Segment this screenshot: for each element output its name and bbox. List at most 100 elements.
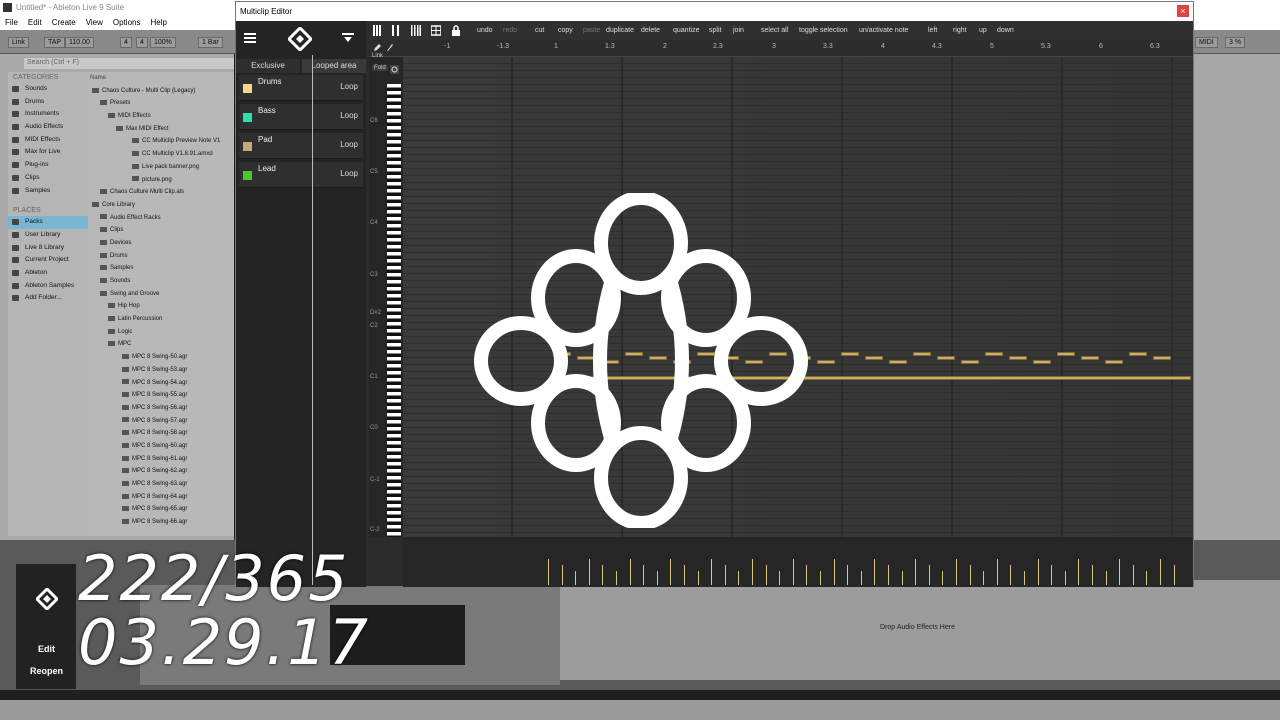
velocity-stem[interactable] [684, 565, 685, 585]
menu-view[interactable]: View [81, 16, 108, 29]
editor-titlebar[interactable]: Multiclip Editor [236, 2, 1193, 21]
close-button[interactable]: × [1177, 5, 1189, 17]
tree-item[interactable]: MPC 8 Swing-56.agr [88, 402, 234, 415]
tree-item[interactable]: Max MIDI Effect [88, 123, 234, 136]
velocity-stem[interactable] [643, 565, 645, 585]
hamburger-menu-icon[interactable] [244, 32, 256, 44]
tree-item[interactable]: Swing and Groove [88, 288, 234, 301]
velocity-stem[interactable] [1064, 571, 1066, 585]
velocity-stem[interactable] [1024, 571, 1025, 585]
down-button[interactable]: down [997, 27, 1014, 34]
velocity-stem[interactable] [1173, 565, 1175, 585]
fold-button[interactable]: Fold [372, 65, 388, 71]
tree-item[interactable]: Devices [88, 237, 234, 250]
tempo-field[interactable]: 110.00 [65, 37, 94, 48]
track-row-lead[interactable]: Lead Loop [239, 162, 363, 188]
midi-note[interactable] [817, 360, 835, 364]
velocity-stem[interactable] [1160, 559, 1161, 585]
quantize-button[interactable]: quantize [673, 27, 699, 34]
velocity-stem[interactable] [697, 571, 699, 585]
tree-item[interactable]: Core Library [88, 199, 234, 212]
velocity-stem[interactable] [738, 571, 740, 585]
velocity-stem[interactable] [602, 565, 604, 585]
velocity-stem[interactable] [847, 565, 849, 585]
tree-item[interactable]: Logic [88, 326, 234, 339]
midi-note[interactable] [841, 352, 859, 356]
tree-item[interactable]: Clips [88, 224, 234, 237]
duplicate-button[interactable]: duplicate [606, 27, 634, 34]
tree-item[interactable]: MPC 8 Swing-57.agr [88, 415, 234, 428]
loop-toggle[interactable]: Loop [340, 111, 358, 120]
link-button[interactable]: Link [8, 37, 29, 48]
loop-toggle[interactable]: Loop [340, 82, 358, 91]
velocity-stem[interactable] [969, 565, 971, 585]
velocity-stem[interactable] [928, 565, 930, 585]
category-clips[interactable]: Clips [8, 172, 88, 185]
cut-button[interactable]: cut [535, 27, 544, 34]
tree-item[interactable]: MPC 8 Swing-61.agr [88, 453, 234, 466]
left-button[interactable]: left [928, 27, 937, 34]
midi-note[interactable] [913, 352, 931, 356]
tree-item[interactable]: MPC [88, 338, 234, 351]
midi-note[interactable] [1081, 356, 1099, 360]
signature-numerator[interactable]: 4 [120, 37, 132, 48]
midi-note[interactable] [1153, 356, 1171, 360]
velocity-stem[interactable] [860, 571, 862, 585]
tree-item[interactable]: Hip Hop [88, 300, 234, 313]
category-max-for-live[interactable]: Max for Live [8, 146, 88, 159]
velocity-stem[interactable] [561, 565, 563, 585]
filter-icon[interactable] [342, 33, 354, 43]
quantize-menu[interactable]: 1 Bar [198, 37, 223, 48]
place-ableton[interactable]: Ableton [8, 267, 88, 280]
place-current-project[interactable]: Current Project [8, 254, 88, 267]
midi-note[interactable] [865, 356, 883, 360]
join-button[interactable]: join [733, 27, 744, 34]
menu-help[interactable]: Help [145, 16, 171, 29]
tree-item[interactable]: Sounds [88, 275, 234, 288]
loop-toggle[interactable]: Loop [340, 169, 358, 178]
velocity-stem[interactable] [820, 571, 821, 585]
velocity-stem[interactable] [629, 559, 631, 585]
tree-item[interactable]: Presets [88, 97, 234, 110]
track-row-bass[interactable]: Bass Loop [239, 104, 363, 130]
tree-item[interactable]: Live pack banner.png [88, 161, 234, 174]
category-plugins[interactable]: Plug-ins [8, 159, 88, 172]
paste-button[interactable]: paste [583, 27, 600, 34]
track-row-pad[interactable]: Pad Loop [239, 133, 363, 159]
activate-note-button[interactable]: un/activate note [859, 27, 908, 34]
velocity-stem[interactable] [656, 571, 658, 585]
tree-item[interactable]: MPC 8 Swing-58.agr [88, 427, 234, 440]
tree-item[interactable]: MPC 8 Swing-65.agr [88, 503, 234, 516]
signature-denominator[interactable]: 4 [136, 37, 148, 48]
drop-zone[interactable]: Drop Audio Effects Here [560, 580, 1280, 680]
menu-file[interactable]: File [0, 16, 23, 29]
velocity-stem[interactable] [1092, 565, 1093, 585]
category-instruments[interactable]: Instruments [8, 108, 88, 121]
right-button[interactable]: right [953, 27, 967, 34]
edit-button[interactable]: Edit [38, 644, 55, 654]
timeline-ruler[interactable]: Link -1 -1.3 1 1.3 2 2.3 3 3.3 4 4.3 5 5… [369, 40, 1193, 59]
split-button[interactable]: split [709, 27, 721, 34]
tap-button[interactable]: TAP [44, 37, 66, 48]
category-midi-effects[interactable]: MIDI Effects [8, 134, 88, 147]
velocity-stem[interactable] [874, 559, 876, 585]
toggle-selection-button[interactable]: toggle selection [799, 27, 848, 34]
tree-item[interactable]: Chaos Culture Multi Clip.als [88, 186, 234, 199]
headphones-icon[interactable] [390, 65, 399, 74]
velocity-stem[interactable] [942, 571, 944, 585]
velocity-stem[interactable] [575, 571, 577, 585]
tree-item[interactable]: picture.png [88, 174, 234, 187]
place-live8-library[interactable]: Live 8 Library [8, 242, 88, 255]
menu-create[interactable]: Create [47, 16, 81, 29]
piano-keyboard[interactable] [387, 84, 401, 537]
midi-note[interactable] [1057, 352, 1075, 356]
velocity-stem[interactable] [1051, 565, 1053, 585]
browser-search-input[interactable]: Search (Ctrl + F) [24, 58, 234, 69]
copy-button[interactable]: copy [558, 27, 573, 34]
category-audio-effects[interactable]: Audio Effects [8, 121, 88, 134]
place-ableton-samples[interactable]: Ableton Samples [8, 280, 88, 293]
midi-note[interactable] [1033, 360, 1051, 364]
tree-item[interactable]: MPC 8 Swing-63.agr [88, 478, 234, 491]
category-drums[interactable]: Drums [8, 96, 88, 109]
tree-item[interactable]: CC Multiclip Preview Note V1 [88, 135, 234, 148]
